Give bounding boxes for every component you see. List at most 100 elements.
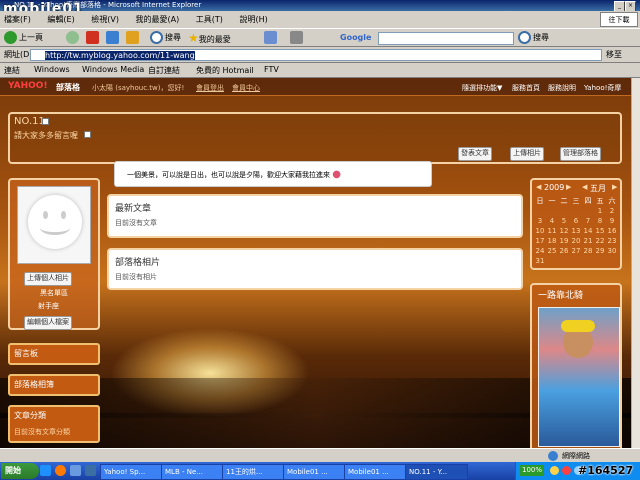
prev-month-icon[interactable]: ◀ — [582, 183, 587, 191]
task-no11[interactable]: NO.11 - Y... — [405, 464, 468, 480]
menu-view[interactable]: 檢視(V) — [91, 15, 119, 24]
post-article-button[interactable]: 發表文章 — [458, 147, 492, 161]
edit-subtitle-icon[interactable] — [84, 131, 91, 138]
blacklist-link[interactable]: 黑名單區 — [40, 288, 68, 298]
calendar-day[interactable]: 15 — [595, 227, 605, 235]
task-yahoo-sports[interactable]: Yahoo! Sp... — [100, 464, 163, 480]
task-mobile01-b[interactable]: Mobile01 ... — [344, 464, 407, 480]
vertical-scrollbar[interactable] — [631, 78, 640, 448]
google-search-input[interactable] — [378, 32, 514, 45]
calendar-day[interactable]: 29 — [595, 247, 605, 255]
link-hotmail[interactable]: 免費的 Hotmail — [196, 65, 254, 76]
ie-quicklaunch-icon[interactable] — [40, 465, 51, 476]
calendar-day[interactable]: 11 — [547, 227, 557, 235]
search-button[interactable]: 搜尋 — [150, 31, 181, 45]
next-year-icon[interactable]: ▶ — [566, 183, 571, 191]
print-button[interactable] — [290, 31, 305, 45]
firefox-quicklaunch-icon[interactable] — [55, 465, 66, 476]
favorites-button[interactable]: ★我的最愛 — [188, 31, 231, 45]
calendar-day[interactable]: 16 — [607, 227, 617, 235]
menu-file[interactable]: 檔案(F) — [4, 15, 31, 24]
manage-blog-button[interactable]: 管理部落格 — [560, 147, 601, 161]
mail-button[interactable] — [264, 31, 279, 45]
calendar-day[interactable]: 20 — [571, 237, 581, 245]
nav-help[interactable]: 服務說明 — [548, 83, 576, 93]
google-search-button[interactable]: 搜尋 — [518, 31, 549, 45]
link-windows-media[interactable]: Windows Media — [82, 65, 144, 74]
upload-avatar-button[interactable]: 上傳個人相片 — [24, 272, 72, 286]
calendar-day[interactable]: 5 — [559, 217, 569, 225]
task-blog[interactable]: 11王的烘... — [222, 464, 285, 480]
upload-photo-button[interactable]: 上傳相片 — [510, 147, 544, 161]
desktop-quicklaunch-icon[interactable] — [70, 465, 81, 476]
back-button[interactable]: 上一頁 — [4, 31, 43, 45]
forward-button[interactable] — [66, 31, 81, 45]
calendar-day[interactable]: 26 — [559, 247, 569, 255]
calendar-day[interactable]: 31 — [535, 257, 545, 265]
stop-button[interactable] — [86, 31, 101, 45]
task-mlb[interactable]: MLB - Ne... — [161, 464, 224, 480]
prev-year-icon[interactable]: ◀ — [536, 183, 541, 191]
menu-edit[interactable]: 編輯(E) — [47, 15, 74, 24]
smiley-icon — [28, 195, 82, 249]
start-button[interactable]: 開始 — [1, 463, 39, 479]
calendar-day[interactable]: 27 — [571, 247, 581, 255]
link-ftv[interactable]: FTV — [264, 65, 279, 74]
nav-home[interactable]: 服務首頁 — [512, 83, 540, 93]
calendar-day[interactable]: 8 — [595, 217, 605, 225]
menu-favorites[interactable]: 我的最愛(A) — [136, 15, 180, 24]
back-arrow-icon — [4, 31, 17, 44]
calendar-day[interactable]: 30 — [607, 247, 617, 255]
task-mobile01-a[interactable]: Mobile01 ... — [283, 464, 346, 480]
member-center-link[interactable]: 會員中心 — [232, 83, 260, 93]
home-button[interactable] — [126, 31, 141, 45]
calendar-day[interactable]: 23 — [607, 237, 617, 245]
calendar-day[interactable]: 1 — [595, 207, 605, 215]
calendar-day[interactable]: 13 — [571, 227, 581, 235]
menu-help[interactable]: 說明(H) — [239, 15, 267, 24]
logout-link[interactable]: 會員登出 — [196, 83, 224, 93]
calendar-day[interactable]: 12 — [559, 227, 569, 235]
tray-icon-b[interactable] — [562, 466, 571, 475]
calendar-day[interactable]: 17 — [535, 237, 545, 245]
calendar-day[interactable]: 25 — [547, 247, 557, 255]
calendar-day[interactable]: 10 — [535, 227, 545, 235]
album-link-button[interactable]: 部落格相簿 — [8, 374, 100, 396]
edit-profile-button[interactable]: 編輯個人檔案 — [24, 316, 72, 330]
refresh-button[interactable] — [106, 31, 121, 45]
calendar-day[interactable]: 18 — [547, 237, 557, 245]
download-panel-button[interactable]: 往下載 — [600, 12, 638, 27]
calendar-day[interactable]: 22 — [595, 237, 605, 245]
calendar-day[interactable]: 9 — [607, 217, 617, 225]
cyclist-photo[interactable] — [538, 307, 620, 447]
go-button[interactable]: 移至 — [606, 49, 622, 61]
calendar-day[interactable]: 2 — [607, 207, 617, 215]
calendar-day[interactable]: 21 — [583, 237, 593, 245]
link-windows[interactable]: Windows — [34, 65, 70, 74]
edit-title-icon[interactable] — [42, 118, 49, 125]
category-empty: 目前沒有文章分類 — [14, 428, 70, 436]
tray-icon-a[interactable] — [550, 466, 559, 475]
forward-arrow-icon — [66, 31, 79, 44]
next-month-icon[interactable]: ▶ — [612, 183, 617, 191]
guestbook-button[interactable]: 留言板 — [8, 343, 100, 365]
menu-tools[interactable]: 工具(T) — [196, 15, 223, 24]
blog-title[interactable]: NO.11 — [14, 116, 45, 127]
nav-yahoo[interactable]: Yahoo!奇摩 — [584, 83, 621, 93]
zoom-indicator[interactable]: 100% — [520, 465, 545, 476]
address-input[interactable]: http://tw.myblog.yahoo.com/11-wang — [30, 49, 602, 61]
link-custom[interactable]: 自訂連結 — [148, 65, 180, 76]
calendar-day[interactable]: 28 — [583, 247, 593, 255]
calendar-day[interactable]: 14 — [583, 227, 593, 235]
app-quicklaunch-icon[interactable] — [85, 465, 96, 476]
yahoo-logo[interactable]: YAHOO! — [8, 81, 48, 91]
calendar-day[interactable]: 3 — [535, 217, 545, 225]
calendar-day[interactable]: 19 — [559, 237, 569, 245]
calendar-day[interactable]: 24 — [535, 247, 545, 255]
calendar-day[interactable]: 7 — [583, 217, 593, 225]
calendar-day[interactable]: 4 — [547, 217, 557, 225]
menu-bar: 檔案(F) 編輯(E) 檢視(V) 我的最愛(A) 工具(T) 說明(H) — [0, 11, 640, 28]
calendar-day[interactable]: 6 — [571, 217, 581, 225]
nav-features[interactable]: 隨選排功能▼ — [462, 83, 502, 93]
calendar-weekday: 六 — [608, 197, 616, 205]
